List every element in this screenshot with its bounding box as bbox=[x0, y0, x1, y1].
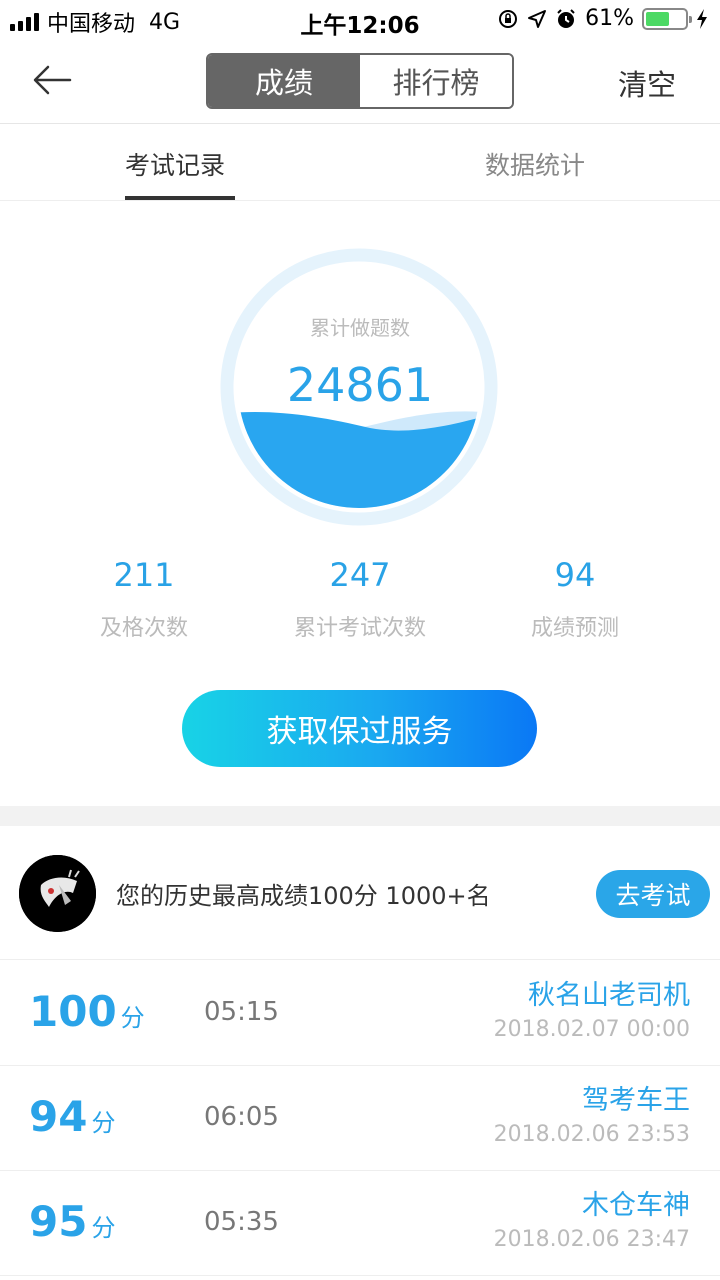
score-unit: 分 bbox=[120, 1004, 145, 1032]
stat-value: 247 bbox=[329, 556, 391, 594]
segment-control: 成绩 排行榜 bbox=[206, 53, 514, 109]
total-questions-label: 累计做题数 bbox=[310, 316, 410, 340]
stat-pass-count: 211 及格次数 bbox=[24, 556, 264, 642]
stat-exam-count: 247 累计考试次数 bbox=[240, 556, 480, 642]
best-score-text: 您的历史最高成绩100分 1000+名 bbox=[116, 882, 491, 910]
record-date: 2018.02.06 23:53 bbox=[493, 1122, 690, 1147]
location-icon bbox=[528, 9, 547, 28]
go-exam-button[interactable]: 去考试 bbox=[596, 870, 710, 918]
score-unit: 分 bbox=[91, 1214, 116, 1242]
avatar bbox=[19, 855, 96, 932]
record-row[interactable]: 94 分 06:05 驾考车王 2018.02.06 23:53 bbox=[0, 1066, 720, 1171]
alarm-icon bbox=[557, 8, 575, 28]
section-divider bbox=[0, 806, 720, 826]
record-score: 95 分 bbox=[29, 1197, 115, 1253]
total-questions-value: 24861 bbox=[286, 358, 434, 412]
tab-data-stats[interactable]: 数据统计 bbox=[485, 146, 585, 182]
stat-label: 成绩预测 bbox=[530, 616, 619, 641]
battery-percent: 61% bbox=[585, 6, 634, 31]
stat-label: 累计考试次数 bbox=[293, 616, 426, 641]
record-name: 驾考车王 bbox=[582, 1085, 690, 1116]
rotation-lock-icon bbox=[499, 9, 518, 28]
stat-score-prediction: 94 成绩预测 bbox=[455, 556, 695, 642]
avatar-image-icon bbox=[19, 855, 96, 932]
record-name: 木仓车神 bbox=[582, 1190, 690, 1221]
record-date: 2018.02.07 00:00 bbox=[493, 1017, 690, 1042]
charging-icon bbox=[697, 8, 707, 29]
record-duration: 05:15 bbox=[204, 997, 279, 1027]
pass-service-button[interactable]: 获取保过服务 bbox=[182, 690, 537, 767]
battery-icon bbox=[642, 7, 692, 30]
record-duration: 06:05 bbox=[204, 1102, 279, 1132]
score-value: 95 bbox=[29, 1197, 88, 1246]
record-row[interactable]: 95 分 05:35 木仓车神 2018.02.06 23:47 bbox=[0, 1171, 720, 1276]
score-value: 94 bbox=[29, 1092, 88, 1141]
best-score-row: 您的历史最高成绩100分 1000+名 去考试 bbox=[0, 826, 720, 960]
status-bar: 中国移动 4G 上午12:06 61% bbox=[0, 0, 720, 40]
stat-label: 及格次数 bbox=[99, 616, 188, 641]
clear-button[interactable]: 清空 bbox=[618, 62, 676, 104]
record-duration: 05:35 bbox=[204, 1207, 279, 1237]
segment-scores[interactable]: 成绩 bbox=[208, 55, 360, 107]
status-right: 61% bbox=[497, 6, 708, 31]
segment-ranking[interactable]: 排行榜 bbox=[360, 55, 512, 107]
tab-indicator bbox=[125, 196, 235, 200]
score-unit: 分 bbox=[91, 1109, 116, 1137]
score-value: 100 bbox=[29, 987, 117, 1036]
tab-bar: 考试记录 数据统计 bbox=[0, 124, 720, 201]
record-name: 秋名山老司机 bbox=[528, 980, 690, 1011]
record-row[interactable]: 100 分 05:15 秋名山老司机 2018.02.07 00:00 bbox=[0, 961, 720, 1066]
nav-bar: 成绩 排行榜 清空 bbox=[0, 40, 720, 124]
record-score: 100 分 bbox=[29, 987, 145, 1043]
stat-value: 211 bbox=[113, 556, 175, 594]
record-score: 94 分 bbox=[29, 1092, 115, 1148]
stat-value: 94 bbox=[554, 556, 596, 594]
back-arrow-icon[interactable] bbox=[30, 58, 74, 102]
record-date: 2018.02.06 23:47 bbox=[493, 1227, 690, 1252]
tab-exam-records[interactable]: 考试记录 bbox=[125, 146, 225, 182]
